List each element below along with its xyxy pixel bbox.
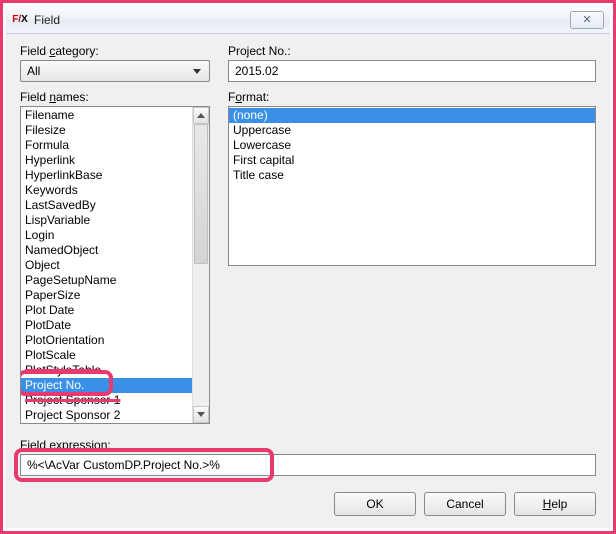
app-icon: F/X [12,12,28,28]
field-names-item[interactable]: PlotStyleTable [21,363,192,378]
format-listbox[interactable]: (none)UppercaseLowercaseFirst capitalTit… [228,106,596,266]
field-names-item[interactable]: HyperlinkBase [21,168,192,183]
scroll-down-button[interactable] [193,406,209,423]
field-names-item[interactable]: Object [21,258,192,273]
close-icon: ✕ [582,13,591,26]
help-button[interactable]: Help [514,492,596,516]
field-names-item[interactable]: Project Sponsor 2 [21,408,192,423]
dialog-buttons: OK Cancel Help [20,482,596,516]
field-names-item[interactable]: Login [21,228,192,243]
field-names-item[interactable]: Keywords [21,183,192,198]
project-no-value: 2015.02 [235,64,278,78]
field-category-label: Field category: [20,44,210,58]
format-item[interactable]: Title case [229,168,595,183]
field-names-item[interactable]: Filesize [21,123,192,138]
field-names-item[interactable]: PageSetupName [21,273,192,288]
format-item[interactable]: First capital [229,153,595,168]
field-names-listbox[interactable]: FilenameFilesizeFormulaHyperlinkHyperlin… [20,106,210,424]
field-names-item[interactable]: PlotOrientation [21,333,192,348]
format-item[interactable]: (none) [229,108,595,123]
field-names-item[interactable]: Project No. [21,378,192,393]
field-names-item[interactable]: LispVariable [21,213,192,228]
field-dialog: F/X Field ✕ Field category: All [6,6,610,528]
window-title: Field [34,13,60,27]
scroll-up-button[interactable] [193,107,209,124]
field-names-item[interactable]: Filename [21,108,192,123]
close-button[interactable]: ✕ [570,11,604,29]
field-names-item[interactable]: Hyperlink [21,153,192,168]
field-expression-label: Field expression: [20,438,596,452]
ok-button[interactable]: OK [334,492,416,516]
format-label: Format: [228,90,596,104]
chevron-down-icon [189,69,205,74]
project-no-label: Project No.: [228,44,596,58]
field-expression-textbox[interactable]: %<\AcVar CustomDP.Project No.>% [20,454,596,476]
field-names-item[interactable]: LastSavedBy [21,198,192,213]
field-names-label: Field names: [20,90,210,104]
field-category-value: All [27,64,189,78]
field-names-item[interactable]: PlotDate [21,318,192,333]
format-item[interactable]: Uppercase [229,123,595,138]
field-category-combo[interactable]: All [20,60,210,82]
field-names-item[interactable]: PaperSize [21,288,192,303]
field-names-scrollbar[interactable] [192,107,209,423]
scroll-thumb[interactable] [194,124,208,264]
field-names-item[interactable]: PlotScale [21,348,192,363]
project-no-textbox[interactable]: 2015.02 [228,60,596,82]
field-names-item[interactable]: Formula [21,138,192,153]
field-expression-value: %<\AcVar CustomDP.Project No.>% [27,458,220,472]
field-names-item[interactable]: Plot Date [21,303,192,318]
field-names-item[interactable]: Project Sponsor 1 [21,393,192,408]
titlebar: F/X Field ✕ [6,6,610,34]
field-names-item[interactable]: NamedObject [21,243,192,258]
cancel-button[interactable]: Cancel [424,492,506,516]
format-item[interactable]: Lowercase [229,138,595,153]
